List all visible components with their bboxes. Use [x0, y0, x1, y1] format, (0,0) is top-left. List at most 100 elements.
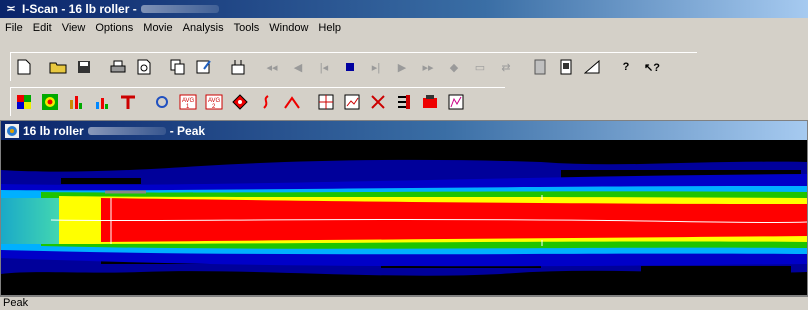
menu-help[interactable]: Help: [313, 22, 346, 34]
average-1-icon: AVG1: [179, 94, 197, 110]
new-file-icon: [17, 59, 31, 75]
play-icon: ▶: [397, 61, 407, 74]
notes-button[interactable]: [193, 56, 215, 78]
window-titlebar: ≍ I-Scan - 16 lb roller -: [0, 0, 808, 18]
menu-file[interactable]: File: [0, 22, 28, 34]
record-icon: ◆: [449, 61, 459, 74]
peak-button[interactable]: [281, 91, 303, 113]
stop-button[interactable]: [339, 56, 361, 78]
menu-edit[interactable]: Edit: [28, 22, 57, 34]
diamond-icon: [232, 94, 248, 110]
peak-line-icon: [284, 96, 300, 109]
record-button[interactable]: ◆: [443, 56, 465, 78]
3d-wire-button[interactable]: [91, 91, 113, 113]
step-back-button[interactable]: ◀: [287, 56, 309, 78]
fast-forward-icon: ▸▸: [422, 61, 434, 74]
first-frame-button[interactable]: |◂: [313, 56, 335, 78]
context-help-icon: ↖?: [644, 61, 660, 74]
print-button[interactable]: [107, 56, 129, 78]
rewind-button[interactable]: ◂◂: [261, 56, 283, 78]
play-button[interactable]: ▶: [391, 56, 413, 78]
print-preview-icon: [137, 59, 151, 75]
menu-window[interactable]: Window: [264, 22, 313, 34]
graph-icon: [344, 94, 360, 110]
redacted-document-text: [87, 126, 166, 135]
legend-button[interactable]: [393, 91, 415, 113]
copy-button[interactable]: [167, 56, 189, 78]
last-frame-button[interactable]: ▸|: [365, 56, 387, 78]
view-toolbar: AVG 1 AVG 2: [10, 87, 505, 116]
color-grid-icon: [17, 95, 31, 109]
app-icon: ≍: [6, 3, 16, 15]
sensor-button[interactable]: [529, 56, 551, 78]
average-1-button[interactable]: AVG 1: [177, 91, 199, 113]
rotate-icon: [156, 96, 168, 108]
sensor-map-button[interactable]: [419, 91, 441, 113]
box-grid-icon: [318, 94, 334, 110]
sensor-map-icon: [423, 95, 437, 108]
line-button[interactable]: [367, 91, 389, 113]
menubar: File Edit View Options Movie Analysis To…: [0, 19, 808, 37]
menu-view[interactable]: View: [57, 22, 91, 34]
first-frame-icon: |◂: [319, 61, 329, 74]
status-bar: Peak: [0, 296, 808, 309]
menu-options[interactable]: Options: [90, 22, 138, 34]
help-button[interactable]: ?: [615, 56, 637, 78]
open-button[interactable]: [47, 56, 69, 78]
document-window: 16 lb roller - Peak: [0, 120, 808, 296]
pressure-map[interactable]: [1, 140, 807, 295]
print-preview-button[interactable]: [133, 56, 155, 78]
calibrate-button[interactable]: [581, 56, 603, 78]
sensor-icon: [534, 59, 546, 75]
open-folder-icon: [49, 62, 67, 74]
average-2-icon: AVG2: [205, 94, 223, 110]
3d-wire-icon: [96, 98, 108, 109]
snapshot-button[interactable]: [227, 56, 249, 78]
printer-icon: [110, 60, 126, 73]
trigger-button[interactable]: ⇄: [495, 56, 517, 78]
stop-icon: [346, 63, 354, 71]
document-title-suffix: - Peak: [169, 123, 206, 138]
rewind-icon: ◂◂: [266, 61, 278, 74]
perspective-button[interactable]: [117, 91, 139, 113]
box-button[interactable]: [315, 91, 337, 113]
data-graph-button[interactable]: [445, 91, 467, 113]
sensor-save-icon: [560, 59, 572, 75]
menu-analysis[interactable]: Analysis: [178, 22, 229, 34]
camera-icon: ▭: [474, 61, 486, 74]
document-title-prefix: 16 lb roller: [23, 123, 84, 138]
line-tool-icon: [371, 95, 385, 109]
pressure-map-canvas: [1, 140, 807, 295]
camera-button[interactable]: ▭: [469, 56, 491, 78]
contour-icon: [42, 94, 58, 110]
sensor-save-button[interactable]: [555, 56, 577, 78]
notes-icon: [196, 60, 211, 74]
context-help-button[interactable]: ↖?: [641, 56, 663, 78]
help-icon: ?: [622, 61, 630, 73]
center-of-force-button[interactable]: [229, 91, 251, 113]
contour-view-button[interactable]: [39, 91, 61, 113]
step-back-icon: ◀: [293, 61, 303, 74]
legend-icon: [398, 95, 410, 109]
trajectory-button[interactable]: [255, 91, 277, 113]
trajectory-icon: [263, 95, 269, 109]
graph-button[interactable]: [341, 91, 363, 113]
main-toolbar: ◂◂ ◀ |◂ ▸| ▶ ▸▸ ◆ ▭ ⇄ ? ↖?: [10, 52, 697, 81]
fast-forward-button[interactable]: ▸▸: [417, 56, 439, 78]
last-frame-icon: ▸|: [371, 61, 381, 74]
menu-tools[interactable]: Tools: [229, 22, 265, 34]
rotate-button[interactable]: [151, 91, 173, 113]
menu-movie[interactable]: Movie: [138, 22, 177, 34]
calibrate-icon: [584, 60, 600, 74]
new-button[interactable]: [13, 56, 35, 78]
trigger-icon: ⇄: [501, 61, 511, 74]
copy-icon: [170, 59, 185, 75]
status-text: Peak: [3, 297, 29, 309]
average-2-button[interactable]: AVG 2: [203, 91, 225, 113]
2d-view-button[interactable]: [13, 91, 35, 113]
save-button[interactable]: [73, 56, 95, 78]
perspective-icon: [121, 95, 135, 109]
snapshot-icon: [231, 60, 245, 75]
floppy-disk-icon: [78, 61, 90, 73]
3d-view-button[interactable]: [65, 91, 87, 113]
